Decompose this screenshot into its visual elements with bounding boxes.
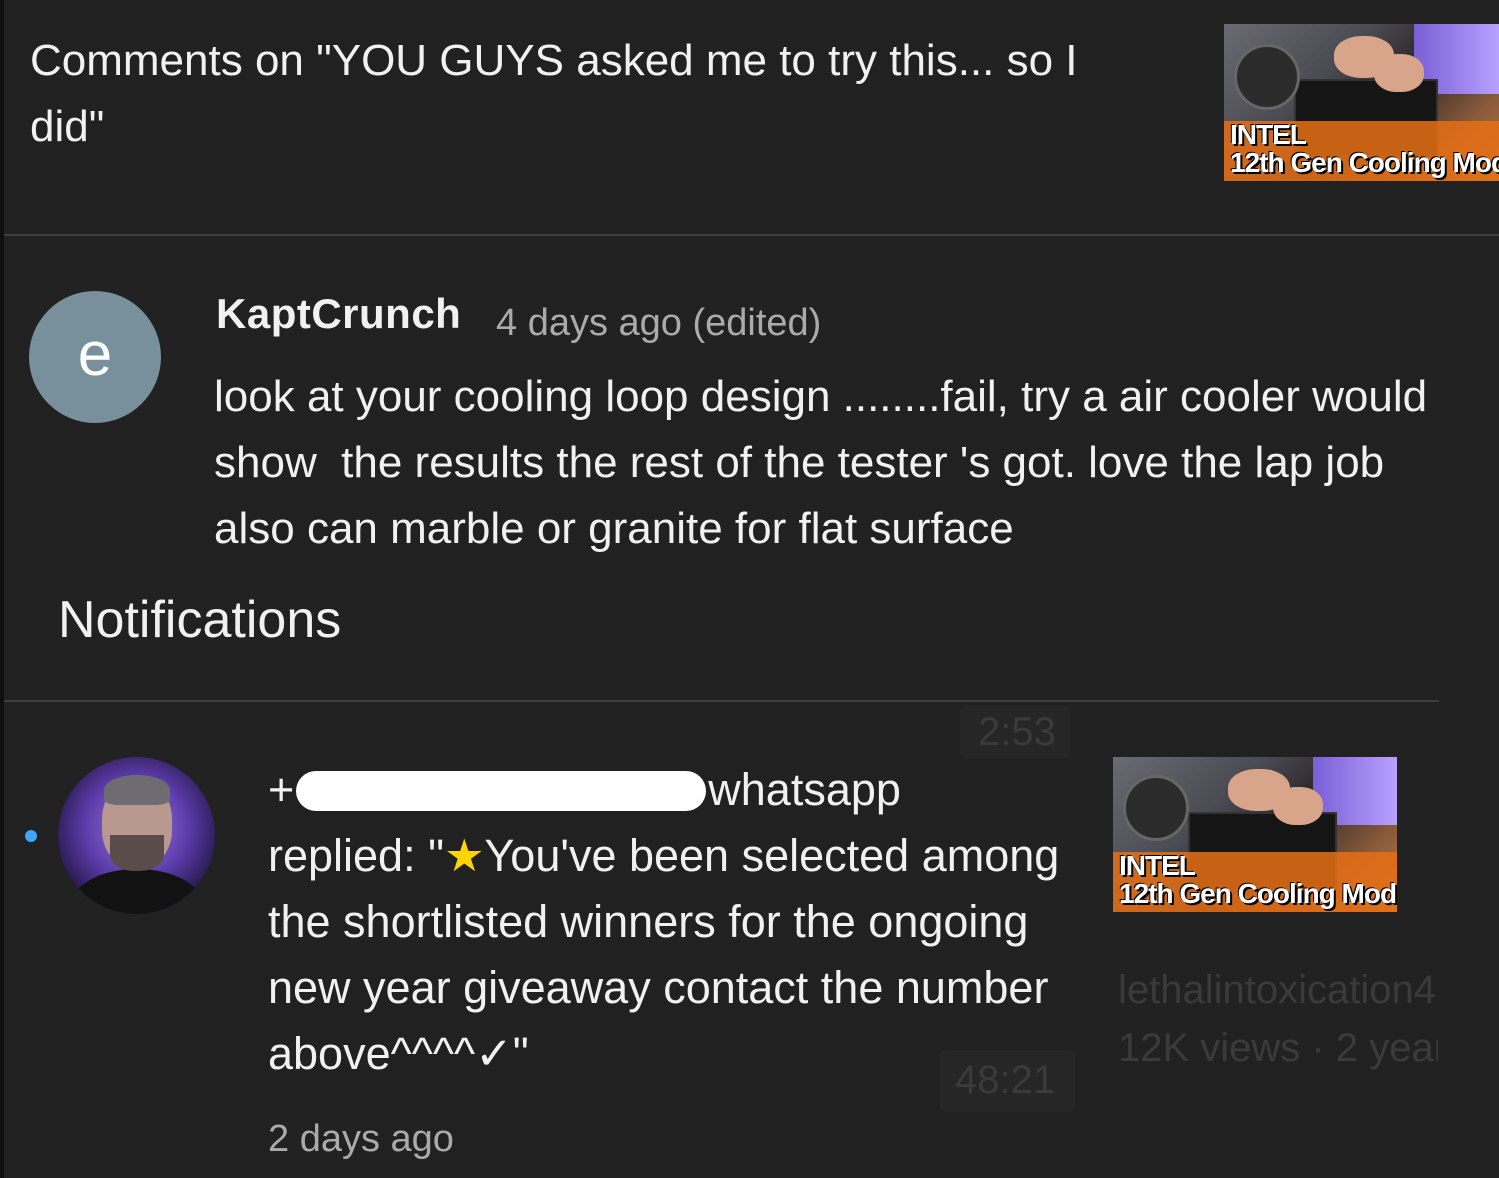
thumbnail-caption-line2: 12th Gen Cooling Mod <box>1230 147 1499 178</box>
thumbnail-caption-line1: INTEL <box>1119 850 1196 881</box>
notification-timestamp: 2 days ago <box>268 1118 454 1160</box>
notifications-divider <box>4 700 1439 702</box>
thumbnail-caption: INTEL 12th Gen Cooling Mod <box>1113 852 1397 912</box>
ghost-channel: lethalintoxication4 <box>1118 968 1436 1012</box>
notification-replied: replied: " <box>268 830 445 881</box>
avatar-beard <box>110 835 164 871</box>
comment-text: look at your cooling loop design .......… <box>214 372 1452 553</box>
notification-avatar[interactable] <box>58 757 215 914</box>
avatar[interactable]: e <box>29 291 161 423</box>
thumbnail-hand-right <box>1273 787 1323 825</box>
comment-author[interactable]: KaptCrunch <box>216 290 461 338</box>
notifications-heading: Notifications <box>58 591 342 649</box>
redacted-name <box>296 771 707 811</box>
notification-prefix: + <box>268 764 295 815</box>
thumbnail-fan <box>1123 775 1189 841</box>
avatar-shirt <box>72 869 202 914</box>
notification-thumbnail[interactable]: INTEL 12th Gen Cooling Mod <box>1113 757 1397 912</box>
page-title: Comments on "YOU GUYS asked me to try th… <box>30 36 1078 151</box>
thumbnail-fan <box>1234 44 1300 110</box>
ghost-duration: 2:53 <box>978 710 1056 754</box>
ghost-views: 12K views · 2 year <box>1118 1026 1438 1070</box>
avatar-hair <box>104 775 170 805</box>
header-divider <box>4 234 1499 236</box>
notification-suffix: whatsapp <box>708 764 901 815</box>
star-icon: ★ <box>444 830 485 881</box>
comment-timestamp: 4 days ago (edited) <box>496 302 822 344</box>
thumbnail-caption-line2: 12th Gen Cooling Mod <box>1119 878 1397 909</box>
video-thumbnail[interactable]: INTEL 12th Gen Cooling Mod <box>1224 24 1499 181</box>
notification-text[interactable]: + whatsapp replied: "★You've been selecte… <box>268 757 1068 1087</box>
thumbnail-caption-line1: INTEL <box>1230 119 1307 150</box>
unread-indicator <box>25 830 37 842</box>
thumbnail-hand-right <box>1374 54 1424 92</box>
thumbnail-caption: INTEL 12th Gen Cooling Mod <box>1224 121 1499 181</box>
